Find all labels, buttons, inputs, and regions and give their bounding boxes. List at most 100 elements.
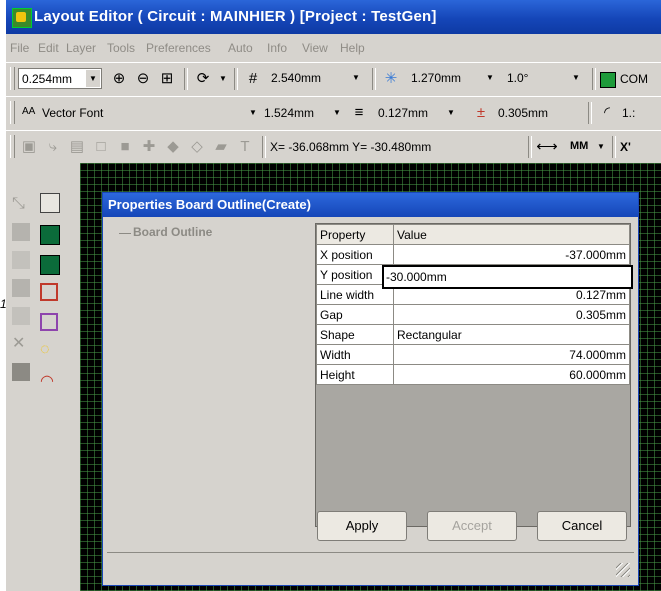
doc-icon[interactable]: [12, 251, 30, 269]
property-value[interactable]: 60.000mm: [393, 364, 630, 385]
toolbar-separator: [612, 136, 616, 158]
toolbar-text: AA Vector Font ▼ 1.524mm ▼ ≡ 0.127mm ▼ ±…: [6, 96, 661, 131]
menu-file[interactable]: File: [10, 41, 29, 55]
text-height-value[interactable]: 1.524mm: [264, 106, 314, 120]
table-row[interactable]: Height 60.000mm: [316, 364, 630, 385]
tool-sidebar: ⤡ ✕ ◌ ◠: [6, 163, 80, 591]
header-value: Value: [393, 224, 630, 245]
chevron-down-icon: ▼: [483, 69, 497, 86]
toolbar3-extra: X': [620, 140, 631, 154]
chevron-down-icon: ▼: [86, 70, 100, 87]
chevron-down-icon[interactable]: ▼: [440, 102, 462, 124]
stack-icon[interactable]: [12, 363, 30, 381]
properties-icon[interactable]: [40, 193, 60, 213]
property-value[interactable]: -37.000mm: [393, 244, 630, 265]
app-window: Layout Editor ( Circuit : MAINHIER ) [Pr…: [6, 0, 661, 591]
toolbar-grip[interactable]: [10, 135, 15, 158]
layer-label[interactable]: COM: [620, 72, 648, 86]
block-icon[interactable]: [12, 223, 30, 241]
arc-tool-icon[interactable]: ◠: [40, 371, 58, 390]
menu-edit[interactable]: Edit: [38, 41, 59, 55]
chevron-down-icon[interactable]: ▼: [590, 136, 612, 158]
zoom-in-icon[interactable]: ⊕: [108, 68, 130, 90]
chevron-down-icon[interactable]: ▼: [242, 102, 264, 124]
menu-info[interactable]: Info: [267, 41, 287, 55]
menu-view[interactable]: View: [302, 41, 328, 55]
table-row[interactable]: X position -37.000mm: [316, 244, 630, 265]
refresh-icon[interactable]: ⟳: [192, 68, 214, 90]
tree-connector: [119, 233, 131, 234]
search-icon[interactable]: ◌: [40, 341, 58, 359]
unit-selector[interactable]: MM: [570, 140, 588, 152]
rect-icon[interactable]: □: [90, 136, 112, 158]
grid-combo[interactable]: 2.540mm ▼: [268, 68, 364, 89]
board-icon[interactable]: [40, 225, 60, 245]
dialog-buttons: Apply Accept Cancel: [315, 511, 631, 549]
menu-tools[interactable]: Tools: [107, 41, 135, 55]
table-row[interactable]: Shape Rectangular: [316, 324, 630, 345]
pad-icon[interactable]: ▤: [66, 136, 88, 158]
accept-button[interactable]: Accept: [427, 511, 517, 541]
property-key: Height: [316, 364, 394, 385]
menu-layer[interactable]: Layer: [66, 41, 96, 55]
copper-icon[interactable]: ▰: [210, 136, 232, 158]
grid-value: 2.540mm: [271, 71, 322, 85]
toolbar-grip[interactable]: [10, 67, 15, 90]
wire-icon[interactable]: ⤷: [42, 136, 64, 158]
property-key: X position: [316, 244, 394, 265]
tree-item-board-outline[interactable]: Board Outline: [133, 225, 212, 239]
property-value[interactable]: 0.305mm: [393, 304, 630, 325]
delete-icon[interactable]: ✕: [12, 333, 30, 352]
cancel-button[interactable]: Cancel: [537, 511, 627, 541]
apply-button[interactable]: Apply: [317, 511, 407, 541]
arc-icon[interactable]: ◜: [596, 102, 618, 124]
component-icon[interactable]: ▣: [18, 136, 40, 158]
grid-icon[interactable]: #: [242, 68, 264, 90]
select-icon[interactable]: ⤡: [12, 195, 30, 213]
snap-icon[interactable]: ✳: [380, 68, 402, 90]
polygon-icon[interactable]: ◆: [162, 136, 184, 158]
chevron-down-icon[interactable]: ▼: [326, 102, 348, 124]
texture-icon[interactable]: [12, 279, 30, 297]
table-row[interactable]: Width 74.000mm: [316, 344, 630, 365]
layer-color-icon[interactable]: [600, 72, 616, 88]
property-key: Gap: [316, 304, 394, 325]
chip-icon[interactable]: [40, 255, 60, 275]
header-property: Property: [316, 224, 394, 245]
angle-combo[interactable]: 1.0° ▼: [504, 68, 584, 89]
table-row[interactable]: Gap 0.305mm: [316, 304, 630, 325]
clearance-value[interactable]: 0.305mm: [498, 106, 548, 120]
font-name[interactable]: Vector Font: [42, 106, 103, 120]
keepout-icon[interactable]: ◇: [186, 136, 208, 158]
toolbar-separator: [372, 68, 376, 90]
toolbar-grip[interactable]: [10, 101, 15, 124]
toolbar-zoom: 0.254mm ▼ ⊕ ⊖ ⊞ ⟳ ▼ # 2.540mm ▼ ✳ 1.270m…: [6, 62, 661, 97]
zoom-window-icon[interactable]: ⊞: [156, 68, 178, 90]
toolbar-place: ▣ ⤷ ▤ □ ■ ✚ ◆ ◇ ▰ T X= -36.068mm Y= -30.…: [6, 130, 661, 165]
fill-icon[interactable]: ■: [114, 136, 136, 158]
check-icon[interactable]: [40, 313, 58, 331]
line-width-value[interactable]: 0.127mm: [378, 106, 428, 120]
angle-value: 1.0°: [507, 71, 529, 85]
object-tree: Board Outline: [109, 221, 307, 539]
via-icon[interactable]: ✚: [138, 136, 160, 158]
zoom-out-icon[interactable]: ⊖: [132, 68, 154, 90]
measure-icon[interactable]: ⟷: [536, 136, 558, 158]
window-icon[interactable]: [12, 307, 30, 325]
menu-preferences[interactable]: Preferences: [146, 41, 211, 55]
menu-help[interactable]: Help: [340, 41, 365, 55]
drc-icon[interactable]: [40, 283, 58, 301]
property-key: Width: [316, 344, 394, 365]
text-tool-icon[interactable]: T: [234, 136, 256, 158]
zoom-step-combo[interactable]: 0.254mm ▼: [18, 68, 102, 89]
property-value[interactable]: Rectangular: [393, 324, 630, 345]
resize-grip-icon[interactable]: [616, 563, 630, 577]
menu-auto[interactable]: Auto: [228, 41, 253, 55]
line-width-icon[interactable]: ≡: [348, 102, 370, 124]
clearance-icon[interactable]: ±: [470, 102, 492, 124]
chevron-down-icon[interactable]: ▼: [212, 68, 234, 90]
properties-dialog: Properties Board Outline(Create) Board O…: [102, 192, 639, 586]
property-value[interactable]: 74.000mm: [393, 344, 630, 365]
y-position-editor[interactable]: -30.000mm: [382, 265, 633, 289]
snap-combo[interactable]: 1.270mm ▼: [408, 68, 498, 89]
